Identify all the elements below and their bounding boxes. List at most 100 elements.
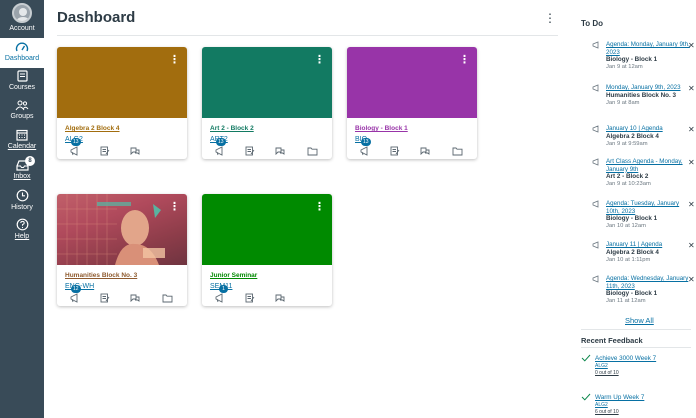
course-card[interactable]: ⋮ Art 2 - Block 2 ART2 13: [202, 47, 332, 159]
discussions-icon[interactable]: [275, 293, 285, 303]
announcements-icon[interactable]: [215, 146, 225, 156]
course-card[interactable]: ⋮ Junior Seminar SEM11 1: [202, 194, 332, 306]
card-title[interactable]: Algebra 2 Block 4: [65, 125, 120, 132]
announcement-icon: [592, 41, 599, 49]
course-card[interactable]: ⋮ Algebra 2 Block 4 ALG2 13: [57, 47, 187, 159]
nav-dashboard[interactable]: Dashboard: [0, 38, 44, 68]
todo-course: Biology - Block 1: [606, 56, 658, 64]
nav-account-label: Account: [9, 25, 35, 32]
todo-link[interactable]: Agenda: Monday, January 9th, 2023: [606, 41, 690, 56]
clock-icon: [16, 189, 28, 202]
dismiss-icon[interactable]: ✕: [688, 275, 695, 284]
files-icon[interactable]: [307, 146, 318, 156]
announcements-icon[interactable]: [215, 293, 225, 303]
nav-groups-label: Groups: [10, 113, 34, 120]
todo-course: Algebra 2 Block 4: [606, 132, 659, 140]
todo-date: Jan 9 at 10:23am: [606, 181, 651, 188]
announcements-icon[interactable]: [70, 293, 80, 303]
nav-help-label: Help: [14, 233, 30, 240]
nav-calendar[interactable]: Calendar: [0, 129, 44, 153]
announcements-icon[interactable]: [70, 146, 80, 156]
dismiss-icon[interactable]: ✕: [688, 158, 695, 167]
assignments-icon[interactable]: [390, 146, 400, 156]
todo-date: Jan 10 at 12am: [606, 223, 646, 230]
feedback-item: Warm Up Week 7 ALG2 6 out of 10: [581, 393, 691, 416]
card-hero[interactable]: [202, 47, 332, 118]
card-actions: 13: [57, 138, 187, 159]
todo-link[interactable]: Monday, January 9th, 2023: [606, 84, 690, 92]
discussions-icon[interactable]: [130, 146, 140, 156]
card-title[interactable]: Humanities Block No. 3: [65, 272, 137, 279]
feedback-score: 6 out of 10: [595, 408, 619, 415]
discussions-icon[interactable]: [420, 146, 430, 156]
todo-date: Jan 9 at 8am: [606, 99, 640, 106]
announcement-badge: 13: [216, 138, 226, 146]
course-card[interactable]: ⋮ Biology - Block 1 BIO 13: [347, 47, 477, 159]
todo-item: January 11 | Agenda Algebra 2 Block 4 Ja…: [592, 241, 695, 264]
card-options-icon[interactable]: ⋮: [459, 53, 470, 66]
announcement-badge: 1: [219, 285, 228, 293]
todo-item: January 10 | Agenda Algebra 2 Block 4 Ja…: [592, 125, 695, 148]
card-title[interactable]: Junior Seminar: [210, 272, 257, 279]
card-title[interactable]: Art 2 - Block 2: [210, 125, 254, 132]
nav-history[interactable]: History: [0, 189, 44, 213]
files-icon[interactable]: [162, 293, 173, 303]
todo-link[interactable]: Agenda: Wednesday, January 11th, 2023: [606, 275, 690, 290]
dismiss-icon[interactable]: ✕: [688, 241, 695, 250]
dismiss-icon[interactable]: ✕: [688, 41, 695, 50]
nav-help[interactable]: Help: [0, 218, 44, 242]
discussions-icon[interactable]: [130, 293, 140, 303]
groups-icon: [15, 100, 29, 111]
todo-link[interactable]: Art Class Agenda - Monday, January 9th: [606, 158, 690, 173]
card-options-icon[interactable]: ⋮: [314, 200, 325, 213]
feedback-link[interactable]: Warm Up Week 7: [595, 394, 691, 402]
dismiss-icon[interactable]: ✕: [688, 200, 695, 209]
feedback-link[interactable]: Achieve 3000 Week 7: [595, 355, 691, 363]
dashboard-options-icon[interactable]: ⋮: [544, 11, 556, 25]
recent-feedback-heading: Recent Feedback: [581, 336, 643, 345]
todo-date: Jan 11 at 12am: [606, 298, 646, 305]
todo-date: Jan 10 at 1:11pm: [606, 256, 651, 263]
dismiss-icon[interactable]: ✕: [688, 125, 695, 134]
course-card[interactable]: ⋮ Humanities Block No. 3 ENG-WH 12: [57, 194, 187, 306]
announcement-icon: [592, 125, 599, 133]
nav-courses[interactable]: Courses: [0, 70, 44, 94]
card-options-icon[interactable]: ⋮: [169, 53, 180, 66]
announcement-badge: 12: [71, 285, 81, 293]
announcement-icon: [592, 200, 599, 208]
assignments-icon[interactable]: [245, 293, 255, 303]
todo-link[interactable]: January 11 | Agenda: [606, 241, 690, 249]
global-nav: Account Dashboard Courses Groups Calenda…: [0, 0, 44, 418]
discussions-icon[interactable]: [275, 146, 285, 156]
nav-calendar-label: Calendar: [7, 143, 37, 150]
assignments-icon[interactable]: [100, 293, 110, 303]
canvas-dashboard: Account Dashboard Courses Groups Calenda…: [0, 0, 696, 418]
card-hero[interactable]: [202, 194, 332, 265]
nav-groups[interactable]: Groups: [0, 100, 44, 124]
assignments-icon[interactable]: [245, 146, 255, 156]
card-hero[interactable]: [57, 47, 187, 118]
courses-icon: [16, 70, 28, 82]
files-icon[interactable]: [452, 146, 463, 156]
assignments-icon[interactable]: [100, 146, 110, 156]
todo-item: Monday, January 9th, 2023 Humanities Blo…: [592, 84, 695, 107]
card-hero-image[interactable]: [57, 194, 187, 265]
show-all-link[interactable]: Show All: [625, 316, 654, 325]
todo-date: Jan 9 at 9:59am: [606, 140, 648, 147]
sidebar-divider: [581, 347, 691, 348]
card-hero[interactable]: [347, 47, 477, 118]
nav-inbox[interactable]: 8 Inbox: [0, 156, 44, 183]
todo-link[interactable]: January 10 | Agenda: [606, 125, 690, 133]
card-options-icon[interactable]: ⋮: [314, 53, 325, 66]
card-options-icon[interactable]: ⋮: [169, 200, 180, 213]
announcement-icon: [592, 158, 599, 166]
avatar: [12, 3, 32, 23]
todo-course: Algebra 2 Block 4: [606, 248, 659, 256]
nav-account[interactable]: Account: [0, 3, 44, 37]
card-title[interactable]: Biology - Block 1: [355, 125, 408, 132]
todo-course: Art 2 - Block 2: [606, 173, 649, 181]
todo-link[interactable]: Agenda: Tuesday, January 10th, 2023: [606, 200, 690, 215]
announcements-icon[interactable]: [360, 146, 370, 156]
dismiss-icon[interactable]: ✕: [688, 84, 695, 93]
dashboard-icon: [15, 42, 29, 52]
